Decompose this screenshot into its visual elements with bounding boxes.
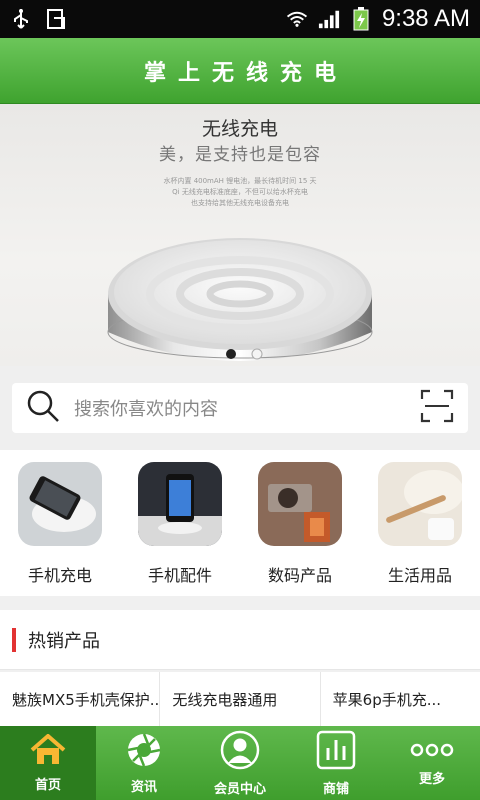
user-icon [220, 730, 260, 774]
section-accent-bar [12, 627, 16, 652]
camera-image [258, 462, 342, 546]
search-icon [26, 389, 60, 427]
tab-shop[interactable]: 商铺 [288, 726, 384, 800]
shop-icon [316, 730, 356, 774]
wireless-charger-image [18, 462, 102, 546]
category-grid: 手机充电 手机配件 数码产品 生活用品 [0, 450, 480, 596]
product-item[interactable]: 苹果6p手机充... [321, 672, 480, 726]
category-daily-goods[interactable]: 生活用品 [365, 462, 475, 596]
wireless-charger-image [107, 238, 373, 361]
tab-member-center[interactable]: 会员中心 [192, 726, 288, 800]
app-bar: 掌上无线充电 [0, 38, 480, 104]
category-phone-accessories[interactable]: 手机配件 [125, 462, 235, 596]
status-bar: 9:38 AM [0, 0, 480, 38]
product-item[interactable]: 魅族MX5手机壳保护... [0, 672, 161, 726]
tab-news[interactable]: 资讯 [96, 726, 192, 800]
aperture-icon [126, 732, 162, 772]
category-phone-charging[interactable]: 手机充电 [5, 462, 115, 596]
tab-more[interactable]: 更多 [384, 726, 480, 800]
bottom-tab-bar: 首页 资讯 会员中心 商铺 更多 [0, 726, 480, 800]
debug-icon [46, 8, 68, 30]
scan-icon[interactable] [420, 389, 454, 427]
phone-stand-image [138, 462, 222, 546]
promo-banner[interactable]: 无线充电 美，是支持也是包容 水杯内置 400mAH 锂电池，最长待机时间 15… [0, 104, 480, 366]
app-title: 掌上无线充电 [143, 60, 348, 86]
signal-icon [318, 8, 340, 30]
usb-icon [10, 8, 32, 30]
more-icon [410, 740, 454, 764]
tab-home[interactable]: 首页 [0, 726, 96, 800]
toothbrush-image [378, 462, 462, 546]
wifi-icon [286, 8, 308, 30]
search-placeholder: 搜索你喜欢的内容 [74, 399, 218, 420]
search-input[interactable]: 搜索你喜欢的内容 [12, 383, 468, 433]
product-list: 魅族MX5手机壳保护... 无线充电器通用 苹果6p手机充... [0, 672, 480, 726]
home-icon [30, 732, 66, 770]
hot-products-header: 热销产品 [0, 610, 480, 670]
product-item[interactable]: 无线充电器通用 [160, 672, 321, 726]
search-section: 搜索你喜欢的内容 [0, 366, 480, 450]
category-digital-products[interactable]: 数码产品 [245, 462, 355, 596]
section-title: 热销产品 [28, 630, 100, 652]
clock: 9:38 AM [381, 5, 470, 32]
battery-charging-icon [350, 7, 372, 31]
